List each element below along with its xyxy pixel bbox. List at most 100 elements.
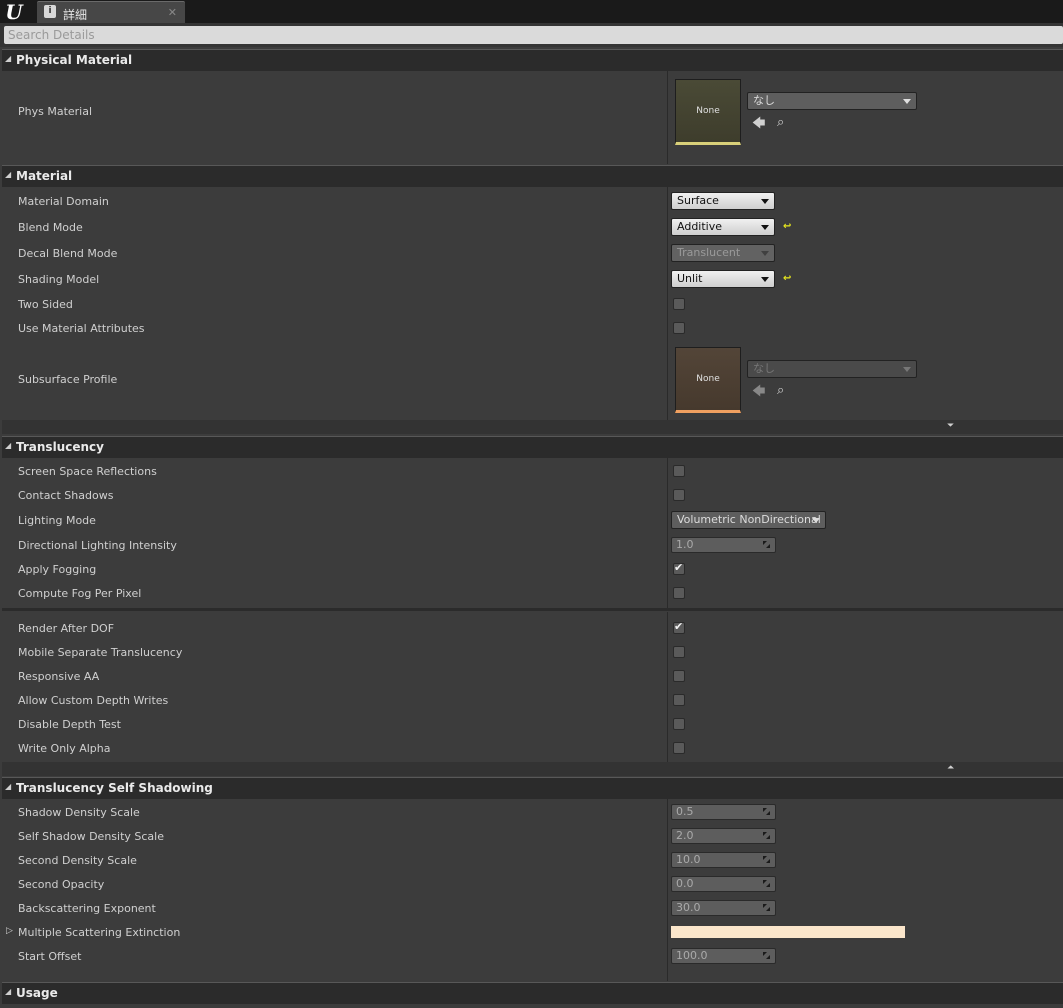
drag-handle-icon[interactable] bbox=[763, 880, 770, 887]
collapse-advanced-icon[interactable]: ⏶ bbox=[947, 763, 954, 773]
contact-shadows-checkbox[interactable] bbox=[673, 489, 685, 501]
num-value: 30.0 bbox=[676, 901, 701, 914]
use-selected-arrow-icon[interactable]: 🡄 bbox=[752, 114, 765, 136]
num-value: 10.0 bbox=[676, 853, 701, 866]
tab-details-label: 詳細 bbox=[63, 8, 88, 22]
collapse-arrow-icon[interactable]: ◢ bbox=[5, 54, 11, 63]
expand-struct-arrow-icon[interactable]: ▷ bbox=[6, 926, 13, 936]
browse-search-icon[interactable]: ⌕ bbox=[777, 383, 784, 398]
category-label: Usage bbox=[16, 986, 58, 1000]
responsive-aa-label: Responsive AA bbox=[18, 670, 100, 683]
num-value: 0.5 bbox=[676, 805, 694, 818]
use-material-attributes-label: Use Material Attributes bbox=[18, 322, 145, 335]
second-density-scale-input[interactable]: 10.0 bbox=[671, 852, 776, 868]
shading-model-combo[interactable]: Unlit bbox=[671, 270, 775, 288]
browse-search-icon[interactable]: ⌕ bbox=[777, 115, 784, 130]
category-physical-material[interactable]: ◢ Physical Material bbox=[2, 49, 1063, 71]
multiple-scattering-extinction-label: Multiple Scattering Extinction bbox=[18, 926, 181, 939]
advanced-expander-row[interactable] bbox=[2, 420, 1063, 434]
search-row: Search Details bbox=[0, 23, 1063, 47]
contact-shadows-label: Contact Shadows bbox=[18, 489, 114, 502]
drag-handle-icon[interactable] bbox=[763, 904, 770, 911]
asset-combo-value: なし bbox=[753, 94, 775, 107]
drag-handle-icon[interactable] bbox=[763, 856, 770, 863]
shadow-density-scale-input[interactable]: 0.5 bbox=[671, 804, 776, 820]
start-offset-label: Start Offset bbox=[18, 950, 82, 963]
directional-lighting-intensity-input[interactable]: 1.0 bbox=[671, 537, 776, 553]
write-only-alpha-checkbox[interactable] bbox=[673, 742, 685, 754]
mobile-separate-translucency-checkbox[interactable] bbox=[673, 646, 685, 658]
phys-material-thumbnail[interactable]: None bbox=[675, 79, 741, 145]
lighting-mode-label: Lighting Mode bbox=[18, 514, 96, 527]
num-value: 0.0 bbox=[676, 877, 694, 890]
subsurface-profile-thumbnail[interactable]: None bbox=[675, 347, 741, 413]
two-sided-checkbox[interactable] bbox=[673, 298, 685, 310]
apply-fogging-label: Apply Fogging bbox=[18, 563, 97, 576]
render-after-dof-checkbox[interactable] bbox=[673, 620, 685, 634]
material-domain-combo[interactable]: Surface bbox=[671, 192, 775, 210]
collapse-arrow-icon[interactable]: ◢ bbox=[5, 987, 11, 996]
second-opacity-label: Second Opacity bbox=[18, 878, 105, 891]
category-translucency-self-shadowing[interactable]: ◢ Translucency Self Shadowing bbox=[2, 777, 1063, 799]
second-opacity-input[interactable]: 0.0 bbox=[671, 876, 776, 892]
num-value: 100.0 bbox=[676, 949, 708, 962]
section-material bbox=[2, 187, 1063, 435]
allow-custom-depth-writes-checkbox[interactable] bbox=[673, 694, 685, 706]
num-value: 2.0 bbox=[676, 829, 694, 842]
combo-value: Surface bbox=[677, 194, 719, 207]
search-input[interactable]: Search Details bbox=[4, 26, 1063, 44]
asset-combo-value: なし bbox=[753, 362, 775, 375]
self-shadow-density-scale-input[interactable]: 2.0 bbox=[671, 828, 776, 844]
collapse-arrow-icon[interactable]: ◢ bbox=[5, 441, 11, 450]
blend-mode-combo[interactable]: Additive bbox=[671, 218, 775, 236]
collapse-arrow-icon[interactable]: ◢ bbox=[5, 782, 11, 791]
use-selected-arrow-icon: 🡄 bbox=[752, 384, 766, 399]
blend-mode-label: Blend Mode bbox=[18, 221, 83, 234]
use-material-attributes-checkbox[interactable] bbox=[673, 322, 685, 334]
tab-details[interactable]: i 詳細 ✕ bbox=[37, 1, 185, 23]
shadow-density-scale-label: Shadow Density Scale bbox=[18, 806, 140, 819]
category-material[interactable]: ◢ Material bbox=[2, 165, 1063, 187]
drag-handle-icon[interactable] bbox=[763, 952, 770, 959]
drag-handle-icon[interactable] bbox=[763, 541, 770, 548]
write-only-alpha-label: Write Only Alpha bbox=[18, 742, 111, 755]
subsurface-profile-label: Subsurface Profile bbox=[18, 373, 118, 386]
backscattering-exponent-input[interactable]: 30.0 bbox=[671, 900, 776, 916]
ssr-label: Screen Space Reflections bbox=[18, 465, 157, 478]
combo-value: Translucent bbox=[677, 246, 741, 259]
reset-to-default-icon[interactable]: ↩ bbox=[783, 221, 791, 232]
title-bar: U i 詳細 ✕ bbox=[0, 0, 1063, 23]
category-label: Translucency Self Shadowing bbox=[16, 781, 213, 795]
thumbnail-none-text: None bbox=[696, 106, 720, 116]
start-offset-input[interactable]: 100.0 bbox=[671, 948, 776, 964]
category-usage[interactable]: ◢ Usage bbox=[2, 982, 1063, 1004]
phys-material-asset-combo[interactable]: なし bbox=[747, 92, 917, 110]
close-tab-icon[interactable]: ✕ bbox=[168, 6, 177, 19]
combo-value: Additive bbox=[677, 220, 722, 233]
unreal-logo-icon: U bbox=[5, 0, 23, 24]
shading-model-label: Shading Model bbox=[18, 273, 100, 286]
material-domain-label: Material Domain bbox=[18, 195, 109, 208]
mobile-separate-translucency-label: Mobile Separate Translucency bbox=[18, 646, 183, 659]
compute-fog-per-pixel-checkbox[interactable] bbox=[673, 587, 685, 599]
responsive-aa-checkbox[interactable] bbox=[673, 670, 685, 682]
num-value: 1.0 bbox=[676, 538, 694, 551]
render-after-dof-label: Render After DOF bbox=[18, 622, 115, 635]
collapse-arrow-icon[interactable]: ◢ bbox=[5, 170, 11, 179]
drag-handle-icon[interactable] bbox=[763, 832, 770, 839]
reset-to-default-icon[interactable]: ↩ bbox=[783, 273, 791, 284]
ssr-checkbox[interactable] bbox=[673, 465, 685, 477]
lighting-mode-combo[interactable]: Volumetric NonDirectional bbox=[671, 511, 826, 529]
phys-material-label: Phys Material bbox=[18, 105, 93, 118]
drag-handle-icon[interactable] bbox=[763, 808, 770, 815]
category-translucency[interactable]: ◢ Translucency bbox=[2, 436, 1063, 458]
advanced-collapse-row[interactable] bbox=[2, 762, 1063, 776]
disable-depth-test-checkbox[interactable] bbox=[673, 718, 685, 730]
category-label: Material bbox=[16, 169, 73, 183]
decal-blend-mode-label: Decal Blend Mode bbox=[18, 247, 118, 260]
second-density-scale-label: Second Density Scale bbox=[18, 854, 137, 867]
multiple-scattering-extinction-color-swatch[interactable] bbox=[671, 926, 905, 938]
disable-depth-test-label: Disable Depth Test bbox=[18, 718, 121, 731]
apply-fogging-checkbox[interactable] bbox=[673, 561, 685, 575]
expand-advanced-icon[interactable]: ⏷ bbox=[947, 421, 954, 431]
